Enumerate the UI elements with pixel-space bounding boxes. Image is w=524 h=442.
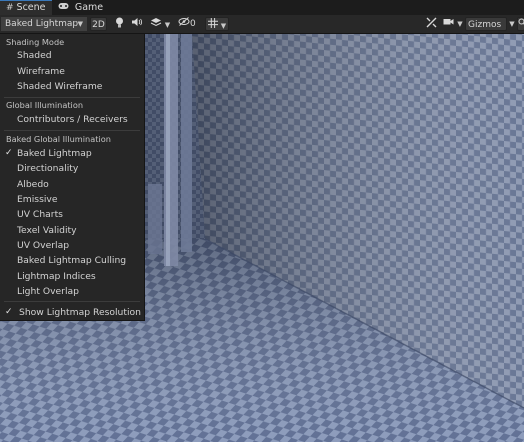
tab-bar: # Scene Game [0, 0, 524, 16]
gizmos-dropdown[interactable]: Gizmos [465, 17, 507, 31]
lighting-toggle-button[interactable] [112, 17, 126, 31]
menu-item-lightmap-indices[interactable]: Lightmap Indices [0, 269, 144, 284]
layers-icon [150, 18, 162, 27]
chevron-down-icon: ▼ [509, 20, 515, 28]
tab-scene[interactable]: # Scene [0, 0, 52, 15]
grid-icon: # [6, 3, 14, 13]
chevron-down-icon: ▼ [77, 20, 83, 28]
checkmark-icon: ✓ [5, 148, 13, 158]
menu-item-shaded-wireframe[interactable]: Shaded Wireframe [0, 79, 144, 94]
scene-toolbar: Baked Lightmap ▼ 2D ▼ 0 ▼ ▼ Gizmos ▼ [0, 15, 524, 34]
menu-item-uv-charts[interactable]: UV Charts [0, 207, 144, 222]
tools-button[interactable] [424, 17, 438, 31]
draw-mode-menu: Shading Mode Shaded Wireframe Shaded Wir… [0, 33, 145, 321]
camera-icon [443, 19, 454, 25]
draw-mode-dropdown[interactable]: Baked Lightmap ▼ [1, 17, 87, 31]
mode-2d-label: 2D [92, 20, 105, 30]
menu-item-contributors-receivers[interactable]: Contributors / Receivers [0, 112, 144, 127]
tab-game[interactable]: Game [52, 0, 109, 15]
menu-item-baked-lightmap-culling[interactable]: Baked Lightmap Culling [0, 253, 144, 268]
gamepad-icon [58, 3, 72, 13]
tab-game-label: Game [74, 2, 104, 13]
draw-mode-label: Baked Lightmap [5, 19, 79, 29]
menu-toggle-show-lightmap-resolution[interactable]: ✓ Show Lightmap Resolution [0, 305, 144, 320]
menu-item-uv-overlap[interactable]: UV Overlap [0, 238, 144, 253]
chevron-down-icon: ▼ [164, 21, 171, 29]
hidden-objects-toggle[interactable]: 0 [178, 17, 202, 31]
search-button[interactable] [517, 17, 524, 31]
menu-item-baked-lightmap[interactable]: ✓ Baked Lightmap [0, 146, 144, 161]
camera-dropdown[interactable]: ▼ [442, 17, 464, 31]
grid-snap-icon [207, 18, 218, 28]
menu-header-global-illumination: Global Illumination [6, 100, 84, 110]
gizmos-chevron[interactable]: ▼ [507, 17, 517, 31]
menu-item-emissive[interactable]: Emissive [0, 192, 144, 207]
menu-divider [4, 130, 140, 131]
hidden-count: 0 [190, 19, 196, 29]
chevron-down-icon: ▼ [220, 22, 227, 30]
menu-item-directionality[interactable]: Directionality [0, 161, 144, 176]
speaker-icon [132, 18, 143, 26]
menu-header-baked-gi: Baked Global Illumination [6, 134, 111, 144]
mode-2d-button[interactable]: 2D [90, 17, 107, 31]
tab-scene-label: Scene [16, 2, 46, 13]
menu-item-texel-validity[interactable]: Texel Validity [0, 223, 144, 238]
menu-item-albedo[interactable]: Albedo [0, 177, 144, 192]
search-icon [518, 18, 524, 25]
menu-divider [4, 97, 140, 98]
audio-toggle-button[interactable] [130, 17, 144, 31]
chevron-down-icon: ▼ [457, 20, 463, 28]
effects-dropdown[interactable]: ▼ [148, 17, 172, 31]
gizmos-label: Gizmos [468, 20, 502, 30]
menu-divider [4, 301, 140, 302]
menu-item-shaded[interactable]: Shaded [0, 48, 144, 63]
menu-item-light-overlap[interactable]: Light Overlap [0, 284, 144, 299]
grid-dropdown[interactable]: ▼ [205, 17, 229, 31]
lightbulb-icon [115, 17, 123, 28]
checkmark-icon: ✓ [5, 307, 13, 317]
eye-slash-icon [178, 17, 190, 26]
menu-header-shading-mode: Shading Mode [6, 37, 65, 47]
menu-item-wireframe[interactable]: Wireframe [0, 64, 144, 79]
tools-icon [426, 17, 436, 28]
